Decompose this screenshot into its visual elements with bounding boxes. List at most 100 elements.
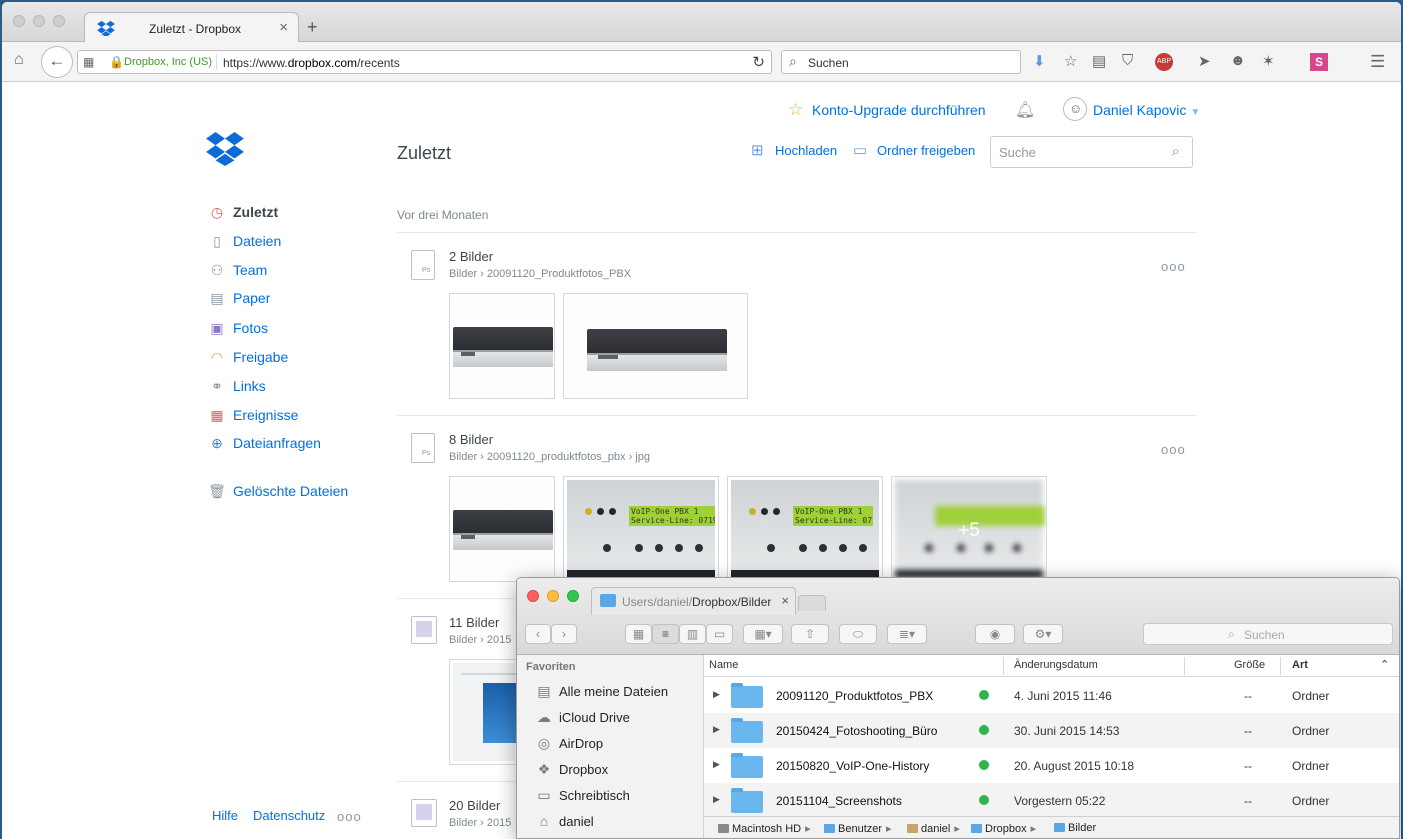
column-separator[interactable] [1280, 657, 1281, 675]
dropbox-logo-icon[interactable] [205, 131, 245, 167]
group-path[interactable]: Bilder › 2015 [449, 817, 511, 829]
finder-forward-button[interactable]: › [551, 624, 577, 644]
help-link[interactable]: Hilfe [212, 808, 238, 823]
window-zoom-button[interactable] [53, 15, 65, 27]
page-info-icon[interactable]: ▦ [83, 55, 94, 69]
finder-minimize-button[interactable] [547, 590, 559, 602]
group-path[interactable]: Bilder › 20091120_produktfotos_pbx › jpg [449, 451, 650, 463]
sidebar-item-paper[interactable]: ▤ Paper [208, 289, 358, 309]
table-row[interactable]: ▶ 20150820_VoIP-One-History 20. August 2… [704, 748, 1399, 783]
finder-tab[interactable]: Users/daniel/Dropbox/Bilder × [591, 587, 796, 615]
s-extension-icon[interactable]: S [1310, 53, 1328, 71]
upload-button[interactable]: ⊞ Hochladen [751, 142, 843, 161]
upgrade-account-link[interactable]: ☆ Konto-Upgrade durchführen [788, 100, 988, 120]
extension-icon[interactable]: ✶ [1262, 52, 1275, 70]
column-kind[interactable]: Art [1292, 659, 1308, 671]
arrange-button[interactable]: ▦▾ [743, 624, 783, 644]
sidebar-item-airdrop[interactable]: ◎ AirDrop [535, 735, 695, 753]
share-folder-button[interactable]: ▭ Ordner freigeben [853, 142, 978, 161]
group-title[interactable]: 2 Bilder [449, 249, 493, 264]
sidebar-item-file-requests[interactable]: ⊕ Dateianfragen [208, 434, 358, 454]
column-name[interactable]: Name [709, 659, 738, 671]
sidebar-item-links[interactable]: ⚭ Links [208, 377, 358, 397]
reload-icon[interactable]: ↻ [752, 53, 765, 71]
group-path[interactable]: Bilder › 20091120_Produktfotos_PBX [449, 268, 631, 280]
sidebar-item-deleted-files[interactable]: 🗑 Gelöschte Dateien [208, 482, 378, 502]
tags-button[interactable]: ⬭ [839, 624, 877, 644]
sidebar-item-desktop[interactable]: ▭ Schreibtisch [535, 787, 695, 805]
path-crumb[interactable]: Macintosh HD ▸ [718, 822, 815, 835]
sidebar-item-files[interactable]: ▯ Dateien [208, 232, 358, 252]
finder-new-tab-button[interactable] [798, 595, 826, 611]
sidebar-item-home[interactable]: ⌂ daniel [535, 813, 695, 831]
search-input[interactable]: Suche ⌕ [990, 136, 1193, 168]
column-separator[interactable] [1003, 657, 1004, 675]
bell-icon[interactable]: 🔔︎ [1015, 100, 1035, 120]
image-thumbnail[interactable] [563, 293, 748, 399]
quicklook-button[interactable]: ◉ [975, 624, 1015, 644]
image-thumbnail-more[interactable]: +5 [891, 476, 1047, 582]
finder-zoom-button[interactable] [567, 590, 579, 602]
smiley-icon[interactable]: ☻ [1230, 52, 1246, 69]
sidebar-item-sharing[interactable]: ◠ Freigabe [208, 348, 358, 368]
more-options-icon[interactable]: ooo [1161, 259, 1186, 274]
browser-search-input[interactable]: ⌕ Suchen [781, 50, 1021, 74]
url-bar[interactable]: ▦ 🔒 Dropbox, Inc (US) https://www.dropbo… [77, 50, 772, 74]
image-thumbnail[interactable] [449, 476, 555, 582]
pocket-icon[interactable]: ⛉ [1122, 52, 1133, 69]
menu-icon[interactable]: ☰ [1370, 52, 1385, 72]
avatar[interactable]: ☺ [1063, 97, 1087, 121]
finder-back-button[interactable]: ‹ [525, 624, 551, 644]
disclosure-triangle-icon[interactable]: ▶ [713, 759, 720, 770]
tab-dropbox[interactable]: Zuletzt - Dropbox × [84, 12, 299, 43]
sidebar-item-team[interactable]: ⚇ Team [208, 261, 358, 281]
group-title[interactable]: 8 Bilder [449, 432, 493, 447]
path-crumb[interactable]: daniel ▸ [907, 822, 964, 835]
image-thumbnail[interactable] [449, 659, 519, 765]
bookmarks-list-icon[interactable]: ▤ [1092, 52, 1106, 70]
column-date[interactable]: Änderungsdatum [1014, 659, 1098, 671]
column-size[interactable]: Größe [1234, 659, 1265, 671]
adblock-icon[interactable]: ABP [1155, 53, 1173, 71]
new-tab-button[interactable]: + [307, 17, 318, 38]
table-row[interactable]: ▶ 20151104_Screenshots Vorgestern 05:22 … [704, 783, 1399, 818]
sidebar-item-icloud-drive[interactable]: ☁ iCloud Drive [535, 709, 695, 727]
path-crumb[interactable]: Benutzer ▸ [824, 822, 896, 835]
sidebar-item-dropbox[interactable]: ❖ Dropbox [535, 761, 695, 779]
window-close-button[interactable] [13, 15, 25, 27]
privacy-link[interactable]: Datenschutz [253, 808, 325, 823]
download-icon[interactable]: ⬇ [1033, 52, 1046, 70]
disclosure-triangle-icon[interactable]: ▶ [713, 794, 720, 805]
image-thumbnail[interactable]: VoIP-One PBX 1Service-Line: 071913 [563, 476, 719, 582]
more-options-icon[interactable]: ooo [1161, 442, 1186, 457]
settings-button[interactable]: ⚙▾ [1023, 624, 1063, 644]
user-menu[interactable]: Daniel Kapovic ▼ [1093, 102, 1200, 118]
path-crumb[interactable]: Dropbox ▸ [971, 822, 1040, 835]
sidebar-item-events[interactable]: ▦ Ereignisse [208, 406, 358, 426]
sidebar-item-photos[interactable]: ▣ Fotos [208, 319, 358, 339]
bookmark-star-icon[interactable]: ☆ [1064, 52, 1077, 70]
image-thumbnail[interactable] [449, 293, 555, 399]
view-columns-button[interactable]: ▥ [679, 624, 706, 644]
action-menu-button[interactable]: ≣▾ [887, 624, 927, 644]
image-thumbnail[interactable]: VoIP-One PBX 1Service-Line: 071913 [727, 476, 883, 582]
path-crumb[interactable]: Bilder [1054, 822, 1096, 834]
view-coverflow-button[interactable]: ▭ [706, 624, 733, 644]
sidebar-item-all-files[interactable]: ▤ Alle meine Dateien [535, 683, 695, 701]
group-title[interactable]: 20 Bilder [449, 798, 500, 813]
disclosure-triangle-icon[interactable]: ▶ [713, 724, 720, 735]
finder-tab-close-icon[interactable]: × [781, 593, 789, 608]
table-row[interactable]: ▶ 20091120_Produktfotos_PBX 4. Juni 2015… [704, 678, 1399, 713]
group-title[interactable]: 11 Bilder [449, 615, 499, 630]
table-row[interactable]: ▶ 20150424_Fotoshooting_Büro 30. Juni 20… [704, 713, 1399, 748]
sidebar-item-recents[interactable]: ◷ Zuletzt [208, 203, 358, 223]
disclosure-triangle-icon[interactable]: ▶ [713, 689, 720, 700]
more-options-icon[interactable]: ooo [337, 809, 362, 824]
window-minimize-button[interactable] [33, 15, 45, 27]
send-icon[interactable]: ➤ [1198, 52, 1211, 70]
group-path[interactable]: Bilder › 2015 [449, 634, 511, 646]
back-button[interactable]: ← [41, 46, 73, 78]
view-list-button[interactable]: ≡ [652, 624, 679, 644]
tab-close-icon[interactable]: × [279, 19, 288, 36]
finder-close-button[interactable] [527, 590, 539, 602]
